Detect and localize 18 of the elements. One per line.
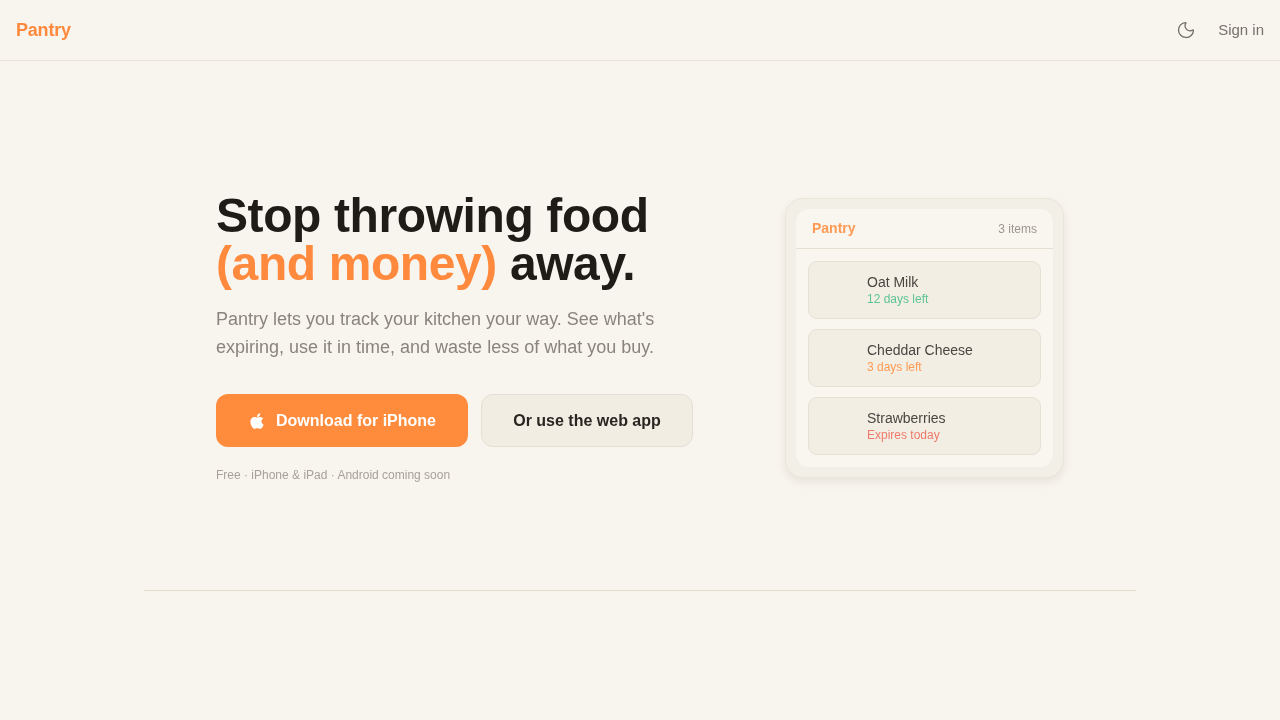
card-title: Pantry — [812, 219, 856, 238]
headline: Stop throwing food (and money) away. — [216, 192, 650, 288]
web-app-button[interactable]: Or use the web app — [481, 394, 693, 447]
theme-toggle-moon-icon[interactable] — [1176, 20, 1197, 40]
item-name: Strawberries — [867, 408, 947, 427]
sign-in-link[interactable]: Sign in — [1218, 18, 1264, 42]
pantry-item[interactable]: Oat Milk 12 days left — [808, 261, 1041, 319]
apple-icon — [248, 411, 266, 430]
item-count: 3 items — [998, 220, 1037, 238]
expiry-status: 3 days left — [867, 358, 923, 376]
description: Pantry lets you track your kitchen your way. See what's expiring, use it in time, and waste less of what you buy. — [216, 308, 656, 359]
item-name: Cheddar Cheese — [867, 340, 974, 359]
availability-note: Free · iPhone & iPad · Android coming soon — [216, 467, 452, 484]
pantry-item[interactable]: Cheddar Cheese 3 days left — [808, 329, 1041, 387]
expiry-status: 12 days left — [867, 290, 930, 308]
item-name: Oat Milk — [867, 272, 920, 291]
expiry-status: Expires today — [867, 426, 941, 444]
pantry-item[interactable]: Strawberries Expires today — [808, 397, 1041, 455]
